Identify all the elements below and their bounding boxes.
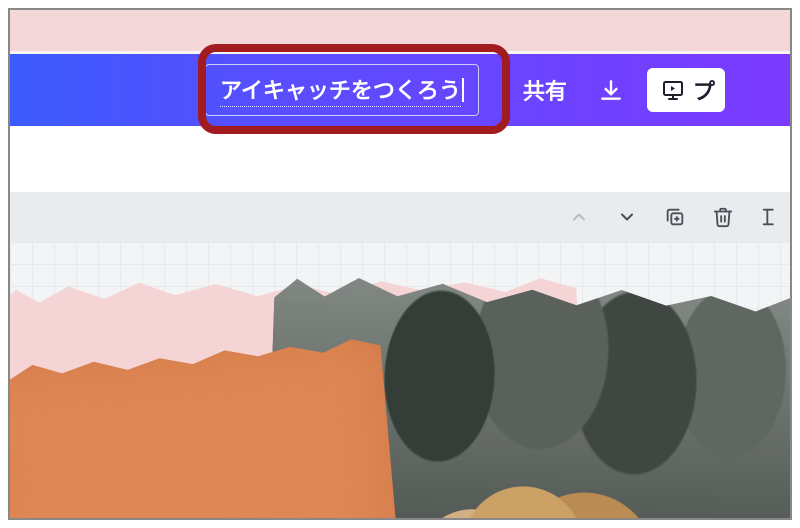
share-button[interactable]: 共有 (515, 68, 575, 112)
download-button[interactable] (589, 68, 633, 112)
expand-down-button[interactable] (614, 204, 640, 230)
add-page-button[interactable] (758, 204, 784, 230)
add-page-icon (760, 206, 782, 228)
duplicate-page-button[interactable] (662, 204, 688, 230)
design-title-text: アイキャッチをつくろう (220, 73, 461, 107)
duplicate-icon (664, 206, 686, 228)
design-title-input[interactable]: アイキャッチをつくろう (205, 64, 479, 116)
editor-topbar: アイキャッチをつくろう 共有 プ (10, 54, 790, 126)
delete-page-button[interactable] (710, 204, 736, 230)
present-button-label: プ (693, 74, 715, 106)
chevron-down-icon (617, 207, 637, 227)
page-toolbar (10, 192, 790, 242)
trash-icon (712, 206, 734, 228)
collapse-up-button[interactable] (566, 204, 592, 230)
screenshot-frame: アイキャッチをつくろう 共有 プ (8, 8, 792, 520)
design-canvas[interactable] (10, 242, 790, 520)
present-button[interactable]: プ (647, 68, 725, 112)
chevron-up-icon (569, 207, 589, 227)
present-icon (661, 78, 685, 102)
text-caret (462, 78, 464, 102)
topbar-actions: 共有 プ (515, 68, 725, 112)
browser-chrome-strip (10, 10, 790, 54)
spacer (10, 126, 790, 192)
download-icon (598, 77, 624, 103)
